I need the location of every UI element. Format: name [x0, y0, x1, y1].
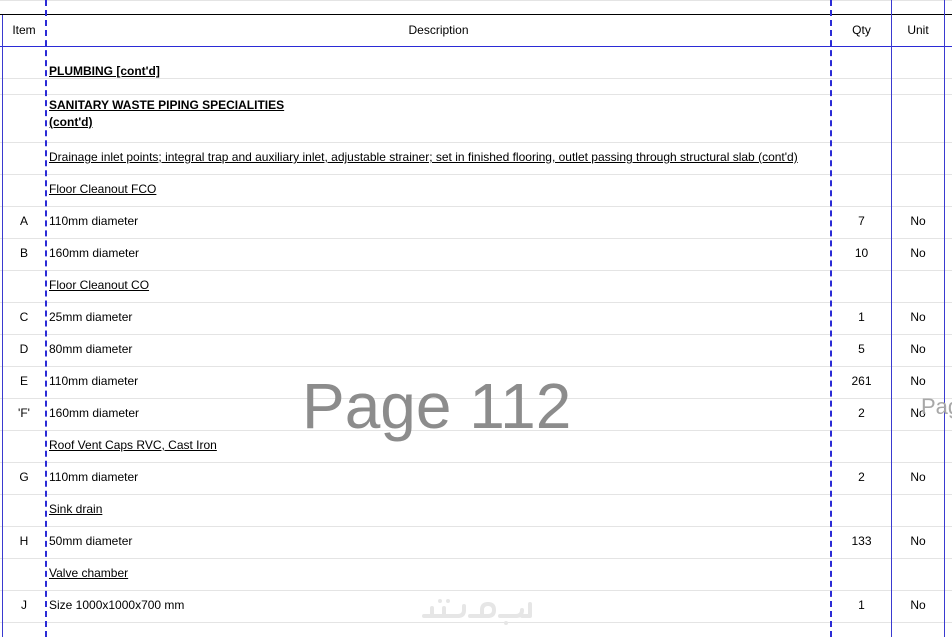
item-code: E: [19, 374, 28, 388]
grid-line: [0, 590, 952, 591]
item-unit: No: [910, 214, 926, 228]
subsection-title-line1: SANITARY WASTE PIPING SPECIALITIES: [49, 98, 285, 112]
intro-text: Drainage inlet points; integral trap and…: [49, 150, 798, 164]
group-title: Valve chamber: [49, 566, 129, 580]
section-title-row[interactable]: PLUMBING [cont'd]: [0, 61, 952, 81]
item-code: H: [19, 534, 29, 548]
table-row[interactable]: B 160mm diameter 10 No: [0, 243, 952, 263]
item-qty: 2: [858, 470, 865, 484]
item-qty: 2: [858, 406, 865, 420]
table-row[interactable]: D 80mm diameter 5 No: [0, 339, 952, 359]
grid-line: [0, 142, 952, 143]
group-title-row[interactable]: Sink drain: [0, 499, 952, 519]
grid-line: [0, 366, 952, 367]
page-watermark-next: Pag: [921, 394, 952, 419]
item-description: 80mm diameter: [49, 342, 133, 356]
grid-line: [0, 174, 952, 175]
item-code: C: [19, 310, 29, 324]
grid-line: [0, 526, 952, 527]
column-header-item[interactable]: Item: [3, 15, 45, 46]
item-qty: 133: [851, 534, 872, 548]
table-row[interactable]: C 25mm diameter 1 No: [0, 307, 952, 327]
item-qty: 7: [858, 214, 865, 228]
section-title: PLUMBING [cont'd]: [49, 64, 160, 78]
item-qty: 261: [851, 374, 872, 388]
item-unit: No: [910, 374, 926, 388]
item-qty: 1: [858, 310, 865, 324]
item-code: B: [19, 246, 28, 260]
grid-line: [0, 302, 952, 303]
spreadsheet-page: Item Description Qty Unit PLUMBING [cont…: [0, 0, 952, 637]
grid-line: [0, 494, 952, 495]
column-header-unit[interactable]: Unit: [892, 15, 944, 46]
grid-line: [0, 270, 952, 271]
group-title: Floor Cleanout FCO: [49, 182, 157, 196]
item-description: 110mm diameter: [49, 214, 139, 228]
item-qty: 5: [858, 342, 865, 356]
grid-line: [0, 558, 952, 559]
item-unit: No: [910, 246, 926, 260]
column-header-description[interactable]: Description: [47, 15, 830, 46]
group-title-row[interactable]: Valve chamber: [0, 563, 952, 583]
group-title-row[interactable]: Floor Cleanout CO: [0, 275, 952, 295]
group-title: Sink drain: [49, 502, 103, 516]
table-row[interactable]: G 110mm diameter 2 No: [0, 467, 952, 487]
group-title-row[interactable]: Floor Cleanout FCO: [0, 179, 952, 199]
grid-line: [0, 238, 952, 239]
grid-line: [0, 334, 952, 335]
item-qty: 1: [858, 598, 865, 612]
grid-line: [0, 0, 952, 1]
item-unit: No: [910, 310, 926, 324]
subsection-title-line2: (cont'd): [49, 115, 93, 129]
item-code: A: [19, 214, 28, 228]
grid-line: [0, 462, 952, 463]
grid-line: [0, 206, 952, 207]
item-code: J: [21, 598, 27, 612]
item-unit: No: [910, 470, 926, 484]
item-code: 'F': [18, 406, 30, 420]
grid-line: [0, 94, 952, 95]
header-bottom-border: [0, 46, 952, 47]
item-code: D: [19, 342, 29, 356]
item-description: 160mm diameter: [49, 246, 140, 260]
item-description: 50mm diameter: [49, 534, 133, 548]
item-qty: 10: [854, 246, 869, 260]
item-unit: No: [910, 534, 926, 548]
page-watermark: Page 112: [302, 370, 572, 442]
item-description: 25mm diameter: [49, 310, 133, 324]
subsection-title[interactable]: SANITARY WASTE PIPING SPECIALITIES (cont…: [49, 97, 449, 131]
khamsat-logo: [422, 599, 532, 625]
item-description: 110mm diameter: [49, 470, 139, 484]
item-unit: No: [910, 598, 926, 612]
item-unit: No: [910, 342, 926, 356]
item-code: G: [19, 470, 29, 484]
table-row[interactable]: H 50mm diameter 133 No: [0, 531, 952, 551]
table-row[interactable]: A 110mm diameter 7 No: [0, 211, 952, 231]
intro-row[interactable]: Drainage inlet points; integral trap and…: [0, 147, 952, 167]
column-header-qty[interactable]: Qty: [832, 15, 891, 46]
group-title: Floor Cleanout CO: [49, 278, 150, 292]
